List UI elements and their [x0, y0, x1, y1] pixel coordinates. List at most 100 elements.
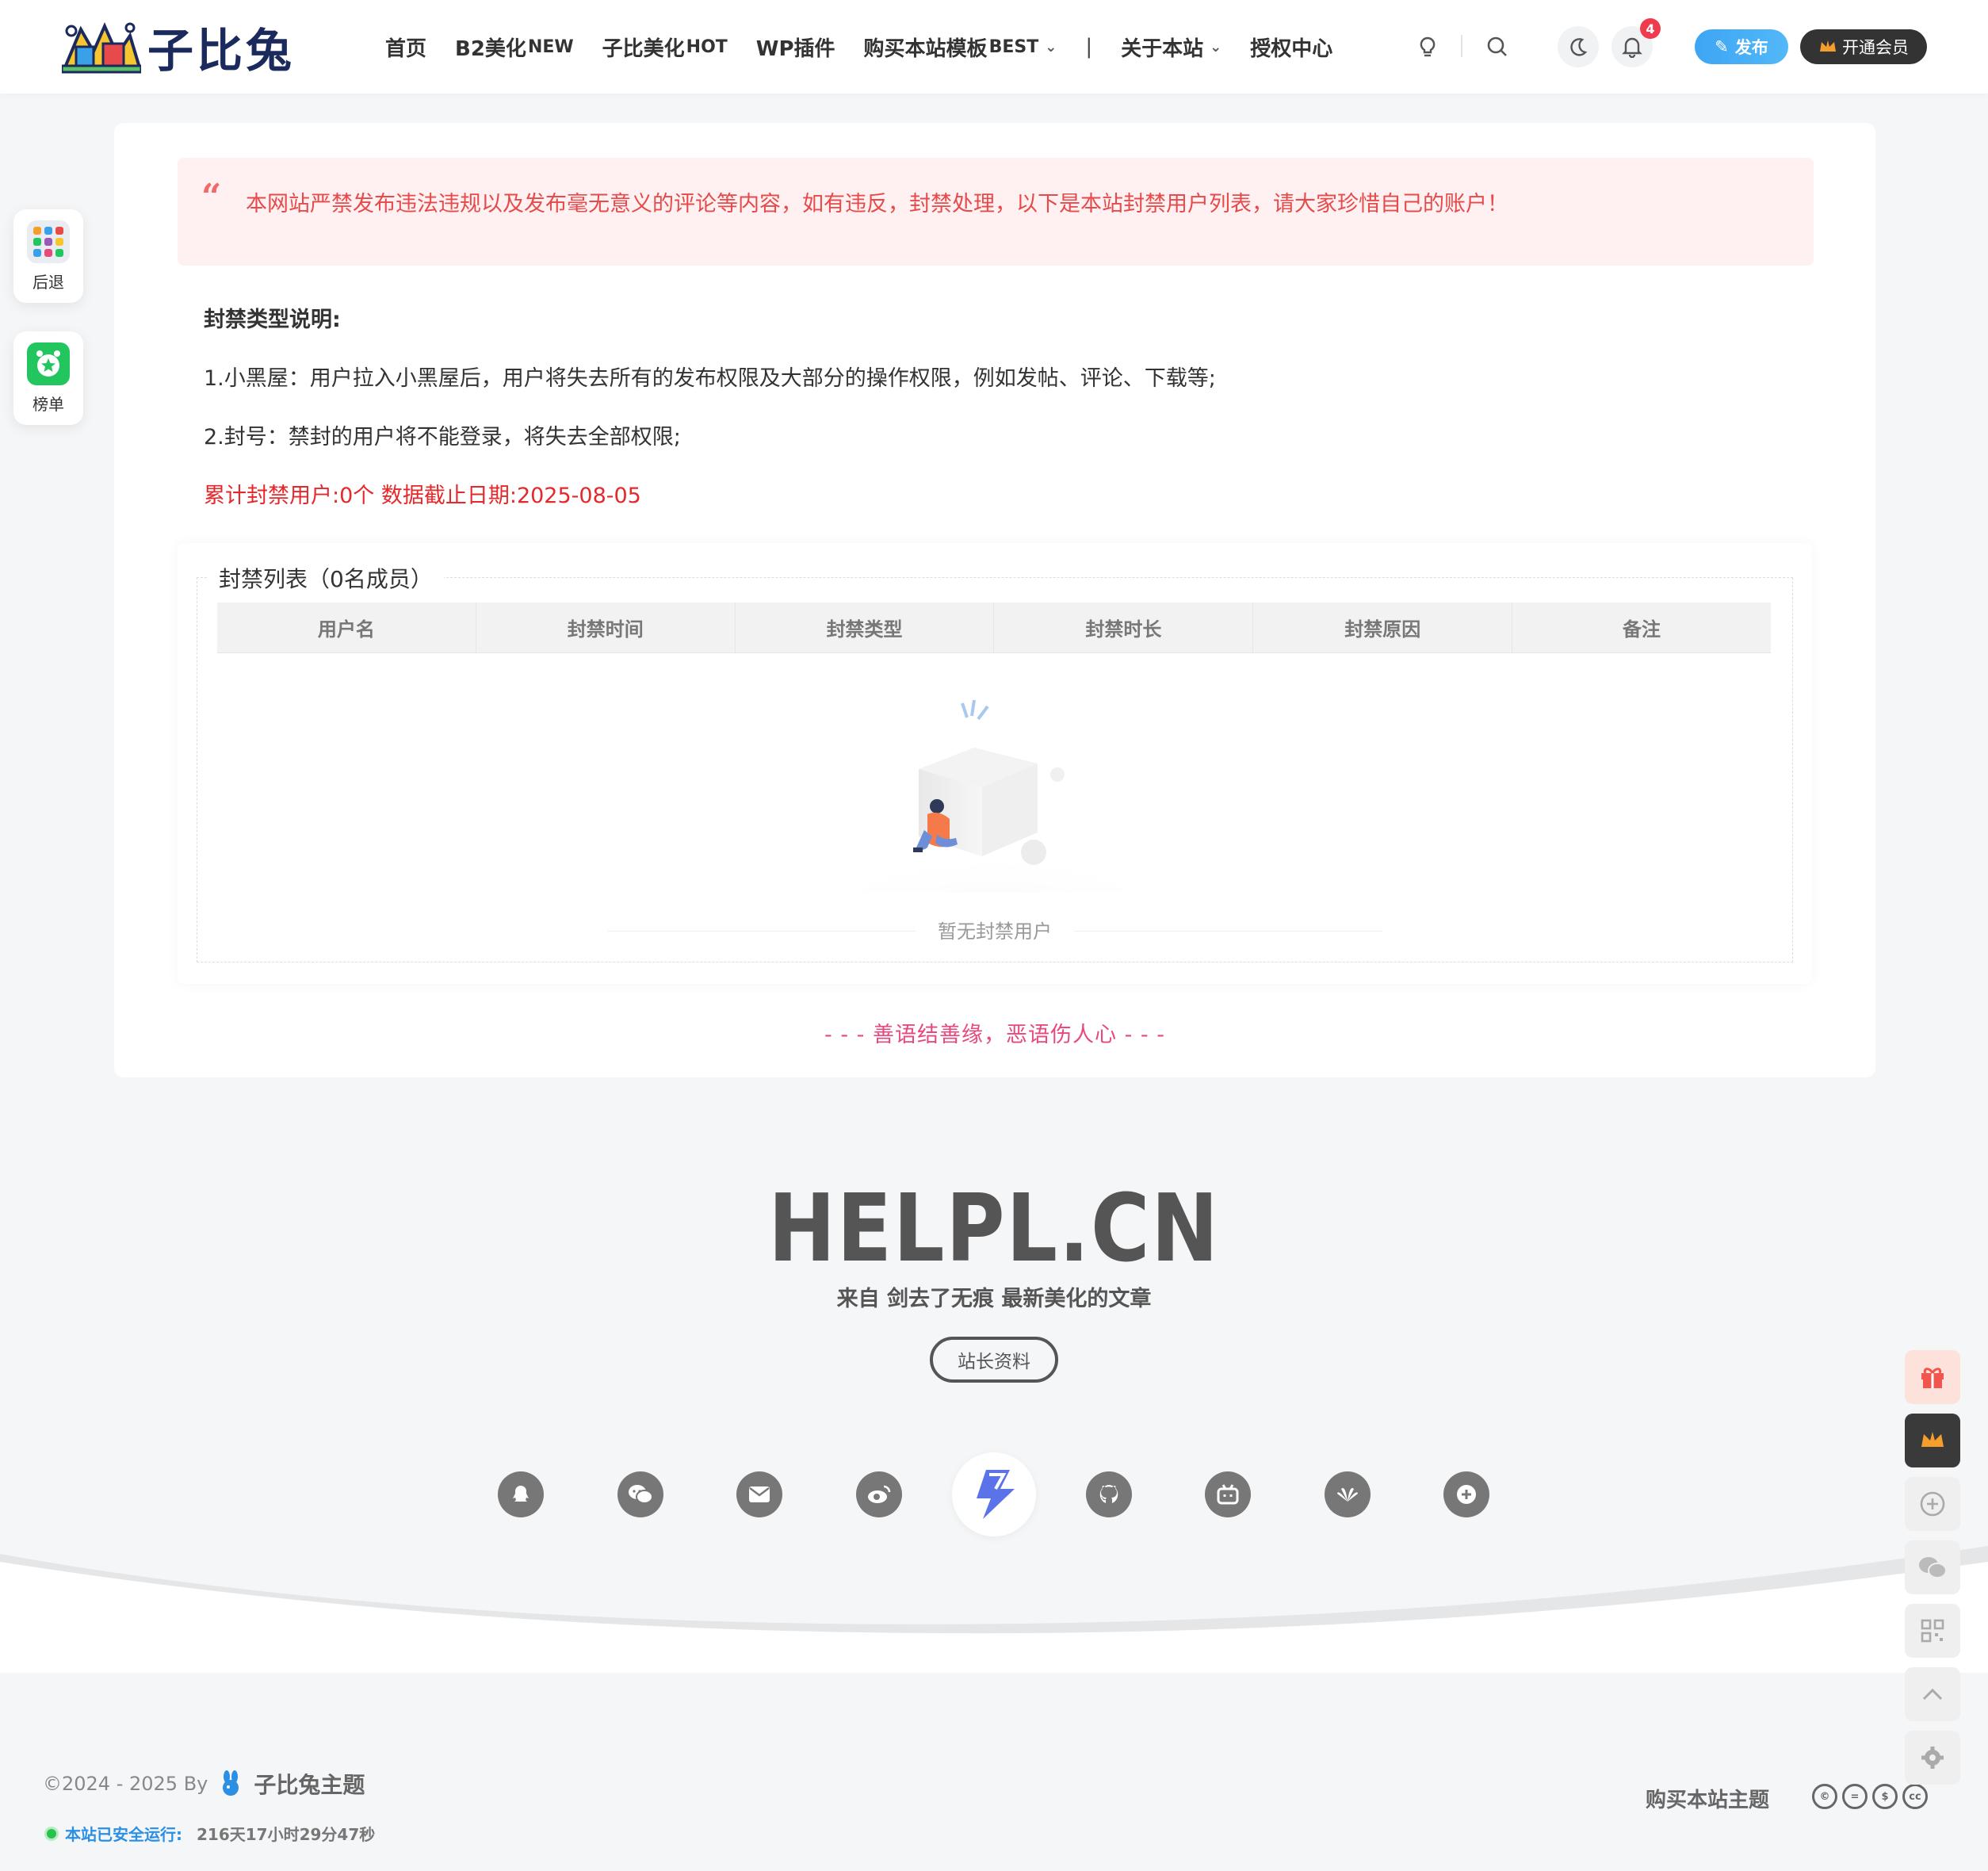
bilibili-icon[interactable] [1205, 1471, 1251, 1517]
crown-icon [1820, 40, 1836, 52]
nav-buy-label: 购买本站模板 [863, 36, 988, 61]
back-label: 后退 [32, 272, 64, 292]
nav-license-label: 授权中心 [1250, 36, 1333, 61]
nd-icon: $ [1872, 1784, 1898, 1809]
rank-label: 榜单 [32, 394, 64, 414]
content-card: “ 本网站严禁发布违法违规以及发布毫无意义的评论等内容，如有违反，封禁处理，以下… [114, 123, 1875, 1077]
buy-theme-link[interactable]: 购买本站主题 [1646, 1784, 1769, 1813]
github-icon[interactable] [1086, 1471, 1132, 1517]
qrcode-icon [1921, 1619, 1944, 1643]
wechat-float-button[interactable] [1905, 1540, 1960, 1594]
nav-zibi-label: 子比美化 [602, 36, 685, 61]
plus-circle-icon[interactable] [1443, 1471, 1489, 1517]
nav-about-label: 关于本站 [1121, 36, 1204, 61]
nav-zibi-tag: HOT [686, 36, 728, 57]
add-float-button[interactable] [1905, 1477, 1960, 1531]
notice-text: 本网站严禁发布违法违规以及发布毫无意义的评论等内容，如有违反，封禁处理，以下是本… [246, 192, 1508, 216]
vip-float-button[interactable] [1905, 1414, 1960, 1467]
runtime-value: 216天17小时29分47秒 [197, 1825, 376, 1844]
qrcode-float-button[interactable] [1905, 1604, 1960, 1658]
nav-buy-tag: BEST [988, 36, 1039, 57]
pencil-icon: ✎ [1715, 37, 1729, 56]
main-nav: 首页 B2美化 NEW 子比美化 HOT WP插件 购买本站模板 BEST ⌄ | 关于… [385, 0, 1361, 94]
back-button[interactable]: 后退 [13, 209, 83, 303]
lightbulb-icon[interactable] [1409, 29, 1446, 65]
empty-message: 暂无封禁用户 [114, 916, 1875, 943]
theme-link[interactable]: 子比兔主题 [254, 1768, 365, 1800]
publish-label: 发布 [1734, 38, 1768, 57]
arrow-up-icon [1922, 1688, 1943, 1701]
ban-summary: 累计封禁用户:0个 数据截止日期:2025-08-05 [204, 484, 641, 508]
column-remark: 备注 [1623, 618, 1661, 641]
vip-button[interactable]: 开通会员 [1800, 29, 1927, 64]
column-ban-reason: 封禁原因 [1253, 603, 1513, 652]
nav-b2-label: B2美化 [455, 36, 526, 61]
copyright-text: ©2024 - 2025 By [43, 1773, 208, 1795]
rank-button[interactable]: 榜单 [13, 331, 83, 425]
nav-separator: | [1085, 35, 1093, 59]
moon-icon [1570, 38, 1588, 56]
nav-wp-plugins[interactable]: WP插件 [756, 33, 835, 62]
dark-mode-toggle[interactable] [1558, 26, 1599, 67]
footer-subtitle: 来自 剑去了无痕 最新美化的文章 [836, 1287, 1152, 1311]
logo-illustration [60, 20, 143, 74]
header-divider [1461, 35, 1462, 57]
site-header: 子比兔 首页 B2美化 NEW 子比美化 HOT WP插件 购买本站模板 BEST ⌄ … [0, 0, 1988, 94]
chevron-down-icon: ⌄ [1210, 38, 1222, 55]
chevron-down-icon: ⌄ [1045, 38, 1057, 55]
settings-float-button[interactable] [1905, 1731, 1960, 1785]
crown-icon [1921, 1432, 1944, 1447]
nav-home-label: 首页 [385, 36, 427, 61]
apps-icon [27, 220, 70, 263]
plus-circle-icon [1920, 1491, 1945, 1517]
bell-icon [1622, 37, 1642, 58]
wechat-icon[interactable] [617, 1471, 663, 1517]
weibo-icon[interactable] [856, 1471, 902, 1517]
quote-icon: “ [201, 177, 222, 217]
column-ban-time: 封禁时间 [476, 603, 736, 652]
footer-brand: HELPL.CN [768, 1173, 1220, 1283]
nav-zibi[interactable]: 子比美化 HOT [602, 33, 728, 62]
column-ban-duration: 封禁时长 [994, 603, 1254, 652]
mail-icon[interactable] [736, 1471, 782, 1517]
site-motto: - - - 善语结善缘，恶语伤人心 - - - [824, 1023, 1165, 1047]
owner-profile-button[interactable]: 站长资料 [930, 1337, 1058, 1383]
wechat-icon [1919, 1557, 1947, 1578]
gift-button[interactable] [1905, 1350, 1960, 1404]
license-icons: © = $ cc [1812, 1784, 1928, 1809]
notification-badge: 4 [1640, 18, 1661, 39]
nav-home[interactable]: 首页 [385, 33, 426, 62]
vip-label: 开通会员 [1842, 38, 1909, 57]
back-to-top-button[interactable] [1905, 1667, 1960, 1721]
footer-wave [0, 1546, 1988, 1673]
runtime-label: 本站已安全运行: [65, 1825, 182, 1844]
publish-button[interactable]: ✎ 发布 [1695, 29, 1788, 64]
nc-icon: cc [1902, 1784, 1928, 1809]
cc-icon: © [1812, 1784, 1837, 1809]
ban-list-legend: 封禁列表（0名成员） [208, 562, 444, 594]
ban-type-blackroom: 1.小黑屋：用户拉入小黑屋后，用户将失去所有的发布权限及大部分的操作权限，例如发… [204, 366, 1216, 391]
huawei-icon[interactable] [1325, 1471, 1371, 1517]
site-logo[interactable]: 子比兔 [60, 16, 295, 78]
gift-icon [1921, 1368, 1944, 1388]
ban-table-header: 用户名 封禁时间 封禁类型 封禁时长 封禁原因 备注 [217, 603, 1771, 653]
qq-icon[interactable] [498, 1471, 544, 1517]
equals-icon: = [1842, 1784, 1868, 1809]
empty-illustration [796, 694, 1192, 955]
column-ban-type: 封禁类型 [736, 603, 995, 652]
clock-star-icon [27, 342, 70, 385]
runtime-info: 本站已安全运行: 216天17小时29分47秒 [44, 1822, 375, 1845]
nav-buy-template[interactable]: 购买本站模板 BEST ⌄ [864, 33, 1057, 62]
nav-b2-tag: NEW [527, 36, 574, 57]
ban-type-account: 2.封号：禁封的用户将不能登录，将失去全部权限; [204, 425, 681, 450]
search-icon[interactable] [1479, 29, 1516, 65]
empty-message-text: 暂无封禁用户 [916, 920, 1074, 943]
nav-license[interactable]: 授权中心 [1250, 33, 1332, 62]
nav-about[interactable]: 关于本站 ⌄ [1121, 33, 1221, 62]
ban-types-title: 封禁类型说明: [204, 308, 341, 332]
warning-notice: “ 本网站严禁发布违法违规以及发布毫无意义的评论等内容，如有违反，封禁处理，以下… [178, 158, 1814, 266]
site-logo-icon[interactable] [952, 1452, 1036, 1536]
nav-b2[interactable]: B2美化 NEW [455, 33, 574, 62]
nav-wp-label: WP插件 [755, 36, 835, 61]
rabbit-logo-icon [223, 1770, 239, 1796]
